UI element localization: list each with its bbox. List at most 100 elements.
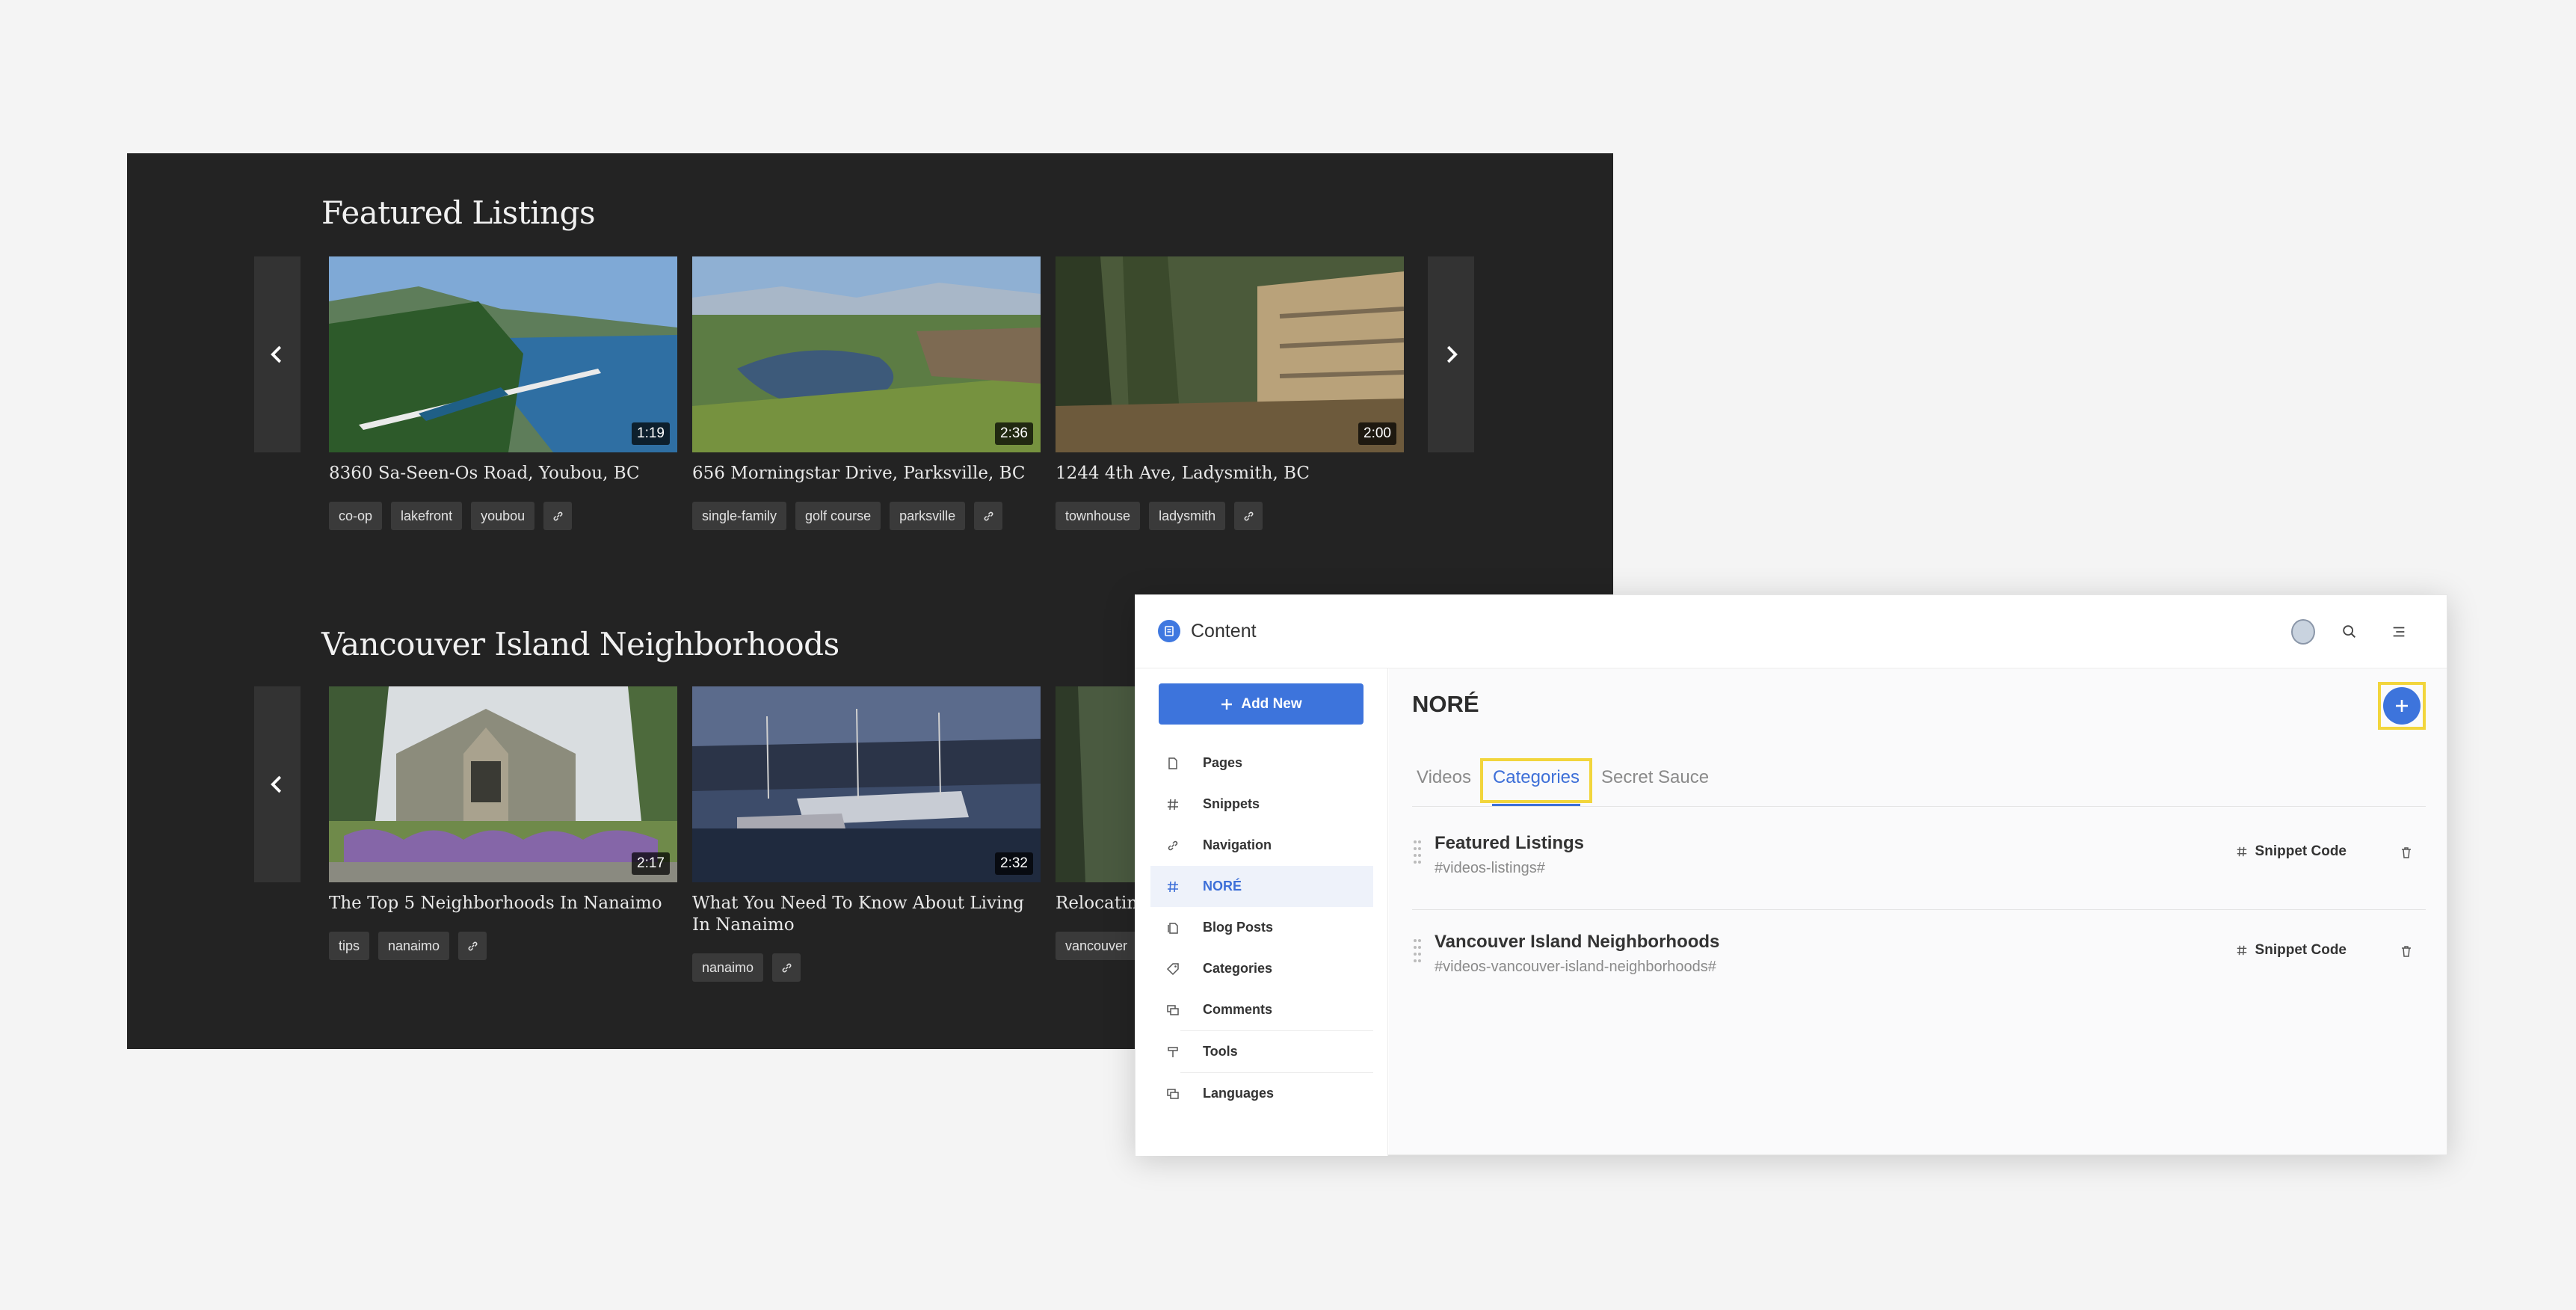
tag-icon <box>1165 962 1180 977</box>
tag[interactable]: single-family <box>692 502 787 530</box>
link-icon <box>1244 511 1254 520</box>
sidebar-item-label: Tools <box>1203 1044 1238 1059</box>
tag[interactable]: ladysmith <box>1149 502 1226 530</box>
tag[interactable]: vancouver <box>1056 932 1138 960</box>
carousel-next-button[interactable] <box>1428 256 1474 452</box>
sidebar-item-comments[interactable]: Comments <box>1150 989 1373 1030</box>
hash-icon <box>2237 945 2246 956</box>
snippet-code-label: Snippet Code <box>2255 843 2347 859</box>
video-thumbnail[interactable]: 2:32 <box>692 686 1041 882</box>
tab-categories[interactable]: Categories <box>1479 758 1593 806</box>
category-name[interactable]: Vancouver Island Neighborhoods <box>1435 932 1719 953</box>
add-new-label: Add New <box>1241 695 1302 712</box>
tag[interactable]: golf course <box>795 502 881 530</box>
category-code: #videos-listings# <box>1435 860 1545 876</box>
link-tag[interactable] <box>543 502 573 530</box>
category-code: #videos-vancouver-island-neighborhoods# <box>1435 959 1716 975</box>
tag[interactable]: tips <box>329 932 370 960</box>
tag-list: nanaimo <box>692 953 801 982</box>
hash-icon <box>1165 879 1180 894</box>
golf-course-image <box>692 256 1041 452</box>
blog-icon <box>1165 920 1180 935</box>
sidebar-item-tools[interactable]: Tools <box>1150 1031 1373 1072</box>
sidebar-item-snippets[interactable]: Snippets <box>1150 784 1373 825</box>
delete-icon[interactable] <box>2397 843 2415 861</box>
page-title: NORÉ <box>1412 691 1479 717</box>
video-title[interactable]: 1244 4th Ave, Ladysmith, BC <box>1056 463 1404 485</box>
tag[interactable]: lakefront <box>391 502 463 530</box>
carousel-prev-button[interactable] <box>254 686 301 882</box>
link-tag[interactable] <box>974 502 1003 530</box>
marina-image <box>692 686 1041 882</box>
tag[interactable]: nanaimo <box>378 932 450 960</box>
video-title[interactable]: What You Need To Know About Living In Na… <box>692 893 1041 936</box>
chevron-right-icon <box>1446 345 1458 363</box>
plus-icon <box>2396 700 2408 712</box>
tag-list: townhouse ladysmith <box>1056 502 1263 530</box>
category-row: Featured Listings #videos-listings# Snip… <box>1412 811 2426 909</box>
drag-handle-icon[interactable] <box>1412 837 1423 867</box>
tag-list: tips nanaimo <box>329 932 487 960</box>
tag[interactable]: parksville <box>890 502 966 530</box>
tag[interactable]: youbou <box>471 502 535 530</box>
user-avatar[interactable] <box>2291 619 2315 645</box>
video-thumbnail[interactable]: 2:17 <box>329 686 677 882</box>
content-logo-icon <box>1158 620 1180 642</box>
sidebar-item-categories[interactable]: Categories <box>1150 948 1373 989</box>
add-new-button[interactable]: Add New <box>1159 683 1364 725</box>
chevron-left-icon <box>271 345 282 363</box>
menu-icon[interactable] <box>2387 620 2411 644</box>
drag-handle-icon[interactable] <box>1412 936 1423 966</box>
sidebar-item-blog-posts[interactable]: Blog Posts <box>1150 907 1373 948</box>
snippet-code-button[interactable]: Snippet Code <box>2236 843 2347 860</box>
sidebar-item-pages[interactable]: Pages <box>1150 742 1373 784</box>
sidebar-item-label: Blog Posts <box>1203 920 1274 935</box>
link-icon <box>782 963 791 972</box>
link-tag[interactable] <box>458 932 487 960</box>
house-image <box>329 686 677 882</box>
video-duration: 2:00 <box>1358 422 1396 445</box>
section-title-featured-listings: Featured Listings <box>321 194 596 231</box>
sidebar-item-navigation[interactable]: Navigation <box>1150 825 1373 866</box>
video-thumbnail[interactable]: 2:00 <box>1056 256 1404 452</box>
snippet-code-button[interactable]: Snippet Code <box>2236 942 2347 959</box>
tab-secret-sauce[interactable]: Secret Sauce <box>1597 758 1713 803</box>
link-tag[interactable] <box>1234 502 1263 530</box>
video-title[interactable]: The Top 5 Neighborhoods In Nanaimo <box>329 893 677 914</box>
sidebar-item-label: Snippets <box>1203 796 1260 811</box>
video-duration: 2:36 <box>995 422 1033 445</box>
video-title[interactable]: 656 Morningstar Drive, Parksville, BC <box>692 463 1041 485</box>
sidebar-item-nore[interactable]: NORÉ <box>1150 866 1373 907</box>
category-name[interactable]: Featured Listings <box>1435 833 1584 854</box>
search-icon[interactable] <box>2338 620 2361 644</box>
sidebar-item-label: Pages <box>1203 755 1243 770</box>
link-icon <box>1165 838 1180 853</box>
comments-icon <box>1165 1003 1180 1018</box>
app-title: Content <box>1191 621 1257 642</box>
sidebar-nav: Pages Snippets Navigation NORÉ Blog Post… <box>1150 742 1373 1114</box>
snippet-code-label: Snippet Code <box>2255 942 2347 958</box>
link-tag[interactable] <box>772 953 801 982</box>
cms-panel: Content Add New Pages Snippets Navigatio <box>1135 594 2447 1156</box>
tab-bar: Videos Categories Secret Sauce <box>1412 758 1713 806</box>
tag[interactable]: townhouse <box>1056 502 1141 530</box>
video-thumbnail[interactable]: 1:19 <box>329 256 677 452</box>
link-icon <box>984 511 993 520</box>
carousel-prev-button[interactable] <box>254 256 301 452</box>
tab-videos[interactable]: Videos <box>1412 758 1476 803</box>
sidebar-item-label: Categories <box>1203 961 1273 976</box>
video-duration: 1:19 <box>632 422 670 445</box>
link-icon <box>553 511 563 520</box>
tag-list: single-family golf course parksville <box>692 502 1003 530</box>
tag[interactable]: co-op <box>329 502 383 530</box>
video-title[interactable]: 8360 Sa-Seen-Os Road, Youbou, BC <box>329 463 677 485</box>
sidebar-item-label: Languages <box>1203 1086 1275 1101</box>
sidebar-item-languages[interactable]: Languages <box>1150 1073 1373 1114</box>
tag[interactable]: nanaimo <box>692 953 764 982</box>
tabs-divider <box>1412 806 2426 807</box>
chevron-left-icon <box>271 775 282 793</box>
section-title-neighborhoods: Vancouver Island Neighborhoods <box>321 626 839 662</box>
delete-icon[interactable] <box>2397 942 2415 960</box>
video-thumbnail[interactable]: 2:36 <box>692 256 1041 452</box>
add-category-button[interactable] <box>2378 682 2426 730</box>
